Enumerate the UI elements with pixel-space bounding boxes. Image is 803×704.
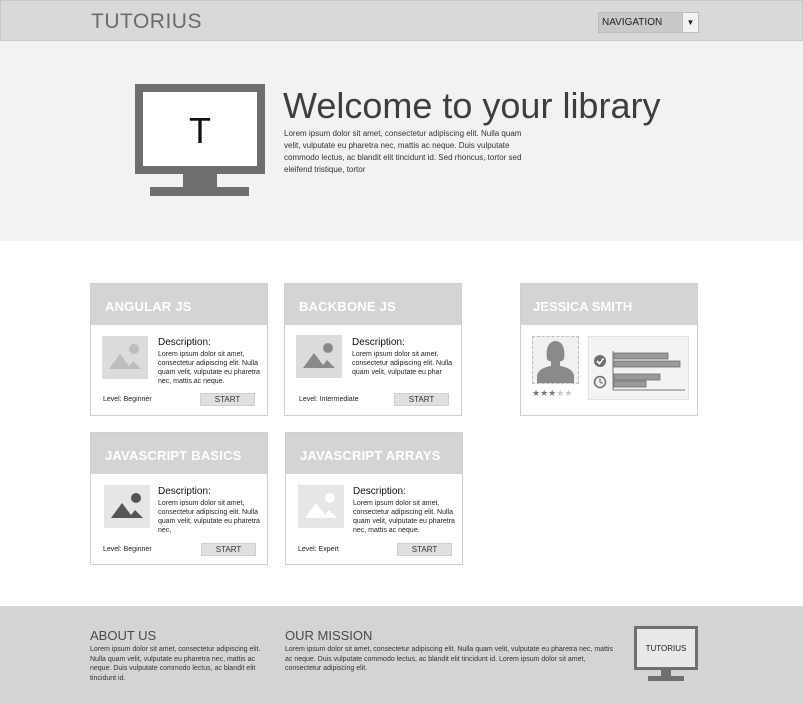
footer-logo-screen: TUTORIUS xyxy=(634,626,698,670)
description-text: Lorem ipsum dolor sit amet, consectetur … xyxy=(158,500,260,534)
description-heading: Description: xyxy=(158,337,211,348)
monitor-icon: T xyxy=(135,84,265,197)
description-heading: Description: xyxy=(352,337,405,348)
star-empty-icon: ★ xyxy=(564,388,573,398)
image-icon xyxy=(109,344,141,369)
course-title: JAVASCRIPT BASICS xyxy=(91,433,267,474)
chevron-down-icon[interactable]: ▼ xyxy=(682,13,698,32)
navigation-select-label: NAVIGATION xyxy=(602,17,663,28)
avatar[interactable] xyxy=(532,336,579,384)
mission-heading: OUR MISSION xyxy=(285,628,373,643)
course-thumbnail xyxy=(298,485,344,528)
clock-icon xyxy=(593,375,607,389)
course-card: BACKBONE JS Description: Lorem ipsum dol… xyxy=(284,283,462,416)
monitor-letter: T xyxy=(189,110,211,151)
course-level: Level: Beginner xyxy=(103,546,152,553)
star-rating: ★★★★★ xyxy=(532,388,572,399)
start-button[interactable]: START xyxy=(394,393,449,406)
course-title: JAVASCRIPT ARRAYS xyxy=(286,433,462,474)
stats-chart xyxy=(593,351,685,391)
start-button[interactable]: START xyxy=(201,543,256,556)
footer: ABOUT US Lorem ipsum dolor sit amet, con… xyxy=(0,606,803,704)
stat-bar xyxy=(613,380,647,388)
hero-description: Lorem ipsum dolor sit amet, consectetur … xyxy=(284,129,522,174)
star-filled-icon: ★ xyxy=(532,388,541,398)
course-title: BACKBONE JS xyxy=(285,284,461,325)
course-level: Level: Intermediate xyxy=(299,396,359,403)
check-circle-icon xyxy=(594,355,606,367)
start-button[interactable]: START xyxy=(397,543,452,556)
description-text: Lorem ipsum dolor sit amet, consectetur … xyxy=(353,500,455,534)
footer-logo-text: TUTORIUS xyxy=(645,644,687,653)
description-heading: Description: xyxy=(158,486,211,497)
course-card: JAVASCRIPT BASICS Description: Lorem ips… xyxy=(90,432,268,565)
course-card: ANGULAR JS Description: Lorem ipsum dolo… xyxy=(90,283,268,416)
course-thumbnail xyxy=(102,336,148,379)
image-icon xyxy=(303,343,335,368)
start-button[interactable]: START xyxy=(200,393,255,406)
stat-bar xyxy=(613,373,661,381)
navigation-select[interactable]: NAVIGATION ▼ xyxy=(598,12,699,33)
image-icon xyxy=(111,493,143,518)
page-title: Welcome to your library xyxy=(283,85,661,126)
image-icon xyxy=(305,493,337,518)
course-level: Level: Expert xyxy=(298,546,339,553)
monitor-base xyxy=(150,187,249,196)
profile-card: JESSICA SMITH ★★★★★ xyxy=(520,283,698,416)
star-filled-icon: ★ xyxy=(540,388,549,398)
course-title: ANGULAR JS xyxy=(91,284,267,325)
course-thumbnail xyxy=(296,335,342,378)
description-heading: Description: xyxy=(353,486,406,497)
about-text: Lorem ipsum dolor sit amet, consectetur … xyxy=(90,646,261,682)
monitor-screen: T xyxy=(135,84,265,174)
description-text: Lorem ipsum dolor sit amet, consectetur … xyxy=(158,351,260,385)
course-level: Level: Beginner xyxy=(103,396,152,403)
monitor-icon: TUTORIUS xyxy=(634,626,698,682)
hero-section: T Welcome to your library Lorem ipsum do… xyxy=(0,41,803,241)
monitor-neck xyxy=(183,174,217,187)
profile-name: JESSICA SMITH xyxy=(521,284,697,325)
stat-bar xyxy=(613,352,669,360)
description-text: Lorem ipsum dolor sit amet, consectetur … xyxy=(352,351,452,376)
stat-bar xyxy=(613,360,681,368)
course-thumbnail xyxy=(104,485,150,528)
brand-logo[interactable]: TUTORIUS xyxy=(91,10,202,34)
monitor-base xyxy=(648,676,684,681)
user-silhouette-icon xyxy=(537,341,574,383)
stats-panel xyxy=(588,336,689,400)
top-header: TUTORIUS NAVIGATION ▼ xyxy=(0,0,803,41)
mission-text: Lorem ipsum dolor sit amet, consectetur … xyxy=(285,646,613,672)
about-heading: ABOUT US xyxy=(90,628,157,643)
course-card: JAVASCRIPT ARRAYS Description: Lorem ips… xyxy=(285,432,463,565)
